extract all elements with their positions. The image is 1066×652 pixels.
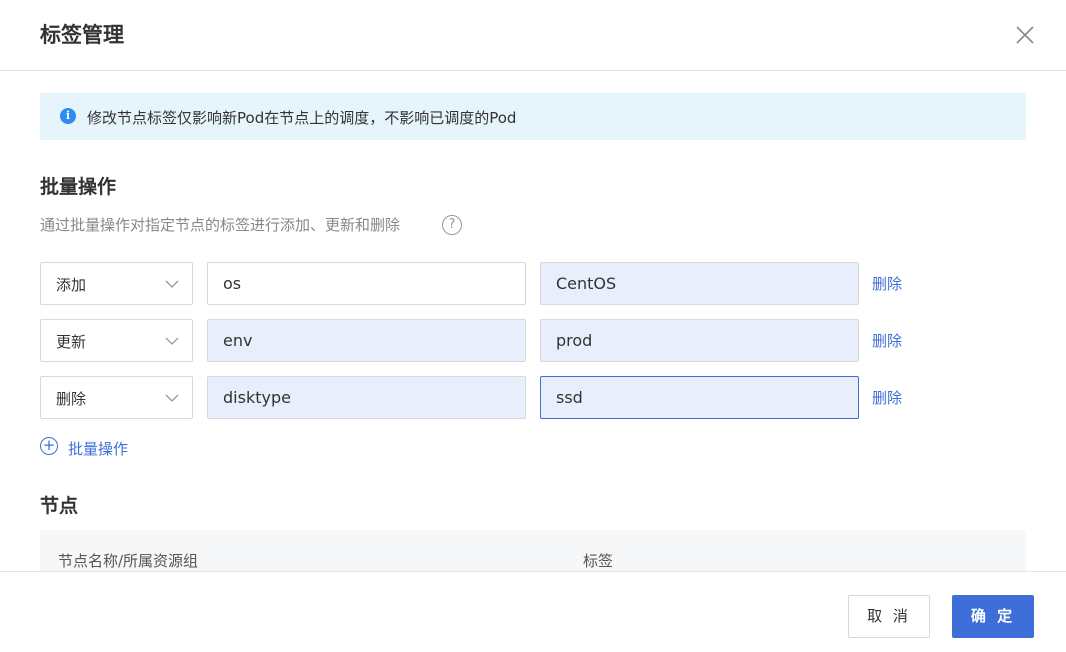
chevron-down-icon [165, 280, 179, 288]
label-key-input[interactable] [207, 262, 526, 305]
action-select-value: 更新 [56, 333, 87, 351]
column-header-labels: 标签 [583, 552, 614, 570]
dialog-header: 标签管理 [0, 0, 1066, 71]
batch-section-title: 批量操作 [40, 176, 117, 198]
action-select[interactable]: 添加 [40, 262, 193, 305]
nodes-table-header: 节点名称/所属资源组 标签 [40, 530, 1026, 572]
nodes-section-title: 节点 [40, 495, 79, 517]
help-icon[interactable]: ? [442, 215, 462, 235]
label-key-input[interactable] [207, 376, 526, 419]
plus-circle-icon: + [40, 437, 58, 455]
action-select[interactable]: 删除 [40, 376, 193, 419]
action-select-value: 删除 [56, 390, 87, 408]
dialog-footer: 取 消 确 定 [0, 571, 1066, 652]
cancel-button[interactable]: 取 消 [848, 595, 930, 638]
label-value-input[interactable] [540, 376, 859, 419]
label-value-input[interactable] [540, 319, 859, 362]
info-notice: i 修改节点标签仅影响新Pod在节点上的调度，不影响已调度的Pod [40, 93, 1026, 140]
batch-description: 通过批量操作对指定节点的标签进行添加、更新和删除 [40, 216, 401, 234]
label-key-input[interactable] [207, 319, 526, 362]
delete-row-link[interactable]: 删除 [872, 330, 902, 351]
close-icon[interactable] [1012, 22, 1038, 48]
action-select[interactable]: 更新 [40, 319, 193, 362]
chevron-down-icon [165, 394, 179, 402]
batch-row: 删除 删除 [0, 376, 1066, 419]
label-value-input[interactable] [540, 262, 859, 305]
batch-row: 更新 删除 [0, 319, 1066, 362]
chevron-down-icon [165, 337, 179, 345]
delete-row-link[interactable]: 删除 [872, 273, 902, 294]
info-icon: i [60, 108, 76, 124]
action-select-value: 添加 [56, 276, 87, 294]
dialog-title: 标签管理 [40, 23, 124, 47]
column-header-node-name: 节点名称/所属资源组 [58, 552, 199, 570]
delete-row-link[interactable]: 删除 [872, 387, 902, 408]
confirm-button[interactable]: 确 定 [952, 595, 1034, 638]
batch-row: 添加 删除 [0, 262, 1066, 305]
notice-text: 修改节点标签仅影响新Pod在节点上的调度，不影响已调度的Pod [87, 109, 517, 127]
add-batch-operation-label: 批量操作 [68, 440, 129, 458]
